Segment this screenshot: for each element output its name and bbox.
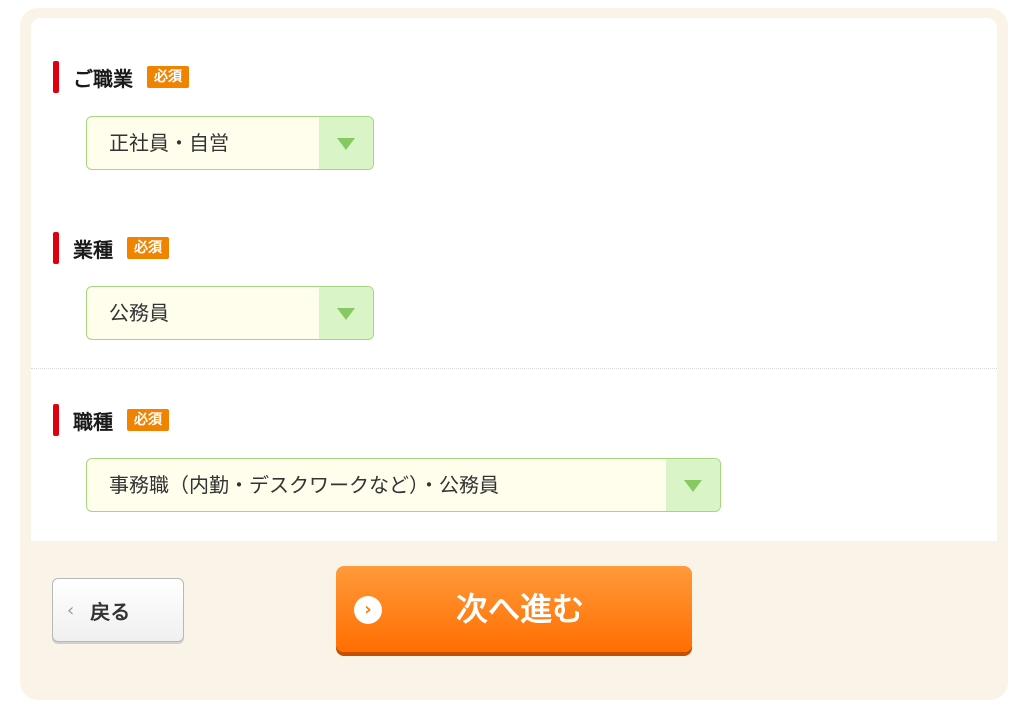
back-button-label: 戻る — [90, 599, 131, 624]
job-type-select-value: 事務職（内勤・デスクワークなど）・公務員 — [109, 473, 499, 497]
next-button-label: 次へ進む — [456, 590, 585, 628]
industry-select-value: 公務員 — [109, 301, 169, 325]
job-type-select[interactable]: 事務職（内勤・デスクワークなど）・公務員 — [86, 458, 721, 512]
chevron-left-icon: ‹ — [67, 599, 75, 621]
industry-select[interactable]: 公務員 — [86, 286, 374, 340]
form-inner: ご職業 必須 正社員・自営 業種 必須 公務員 職種 必須 事務職（内勤・デスク… — [31, 18, 997, 541]
required-badge: 必須 — [127, 409, 169, 431]
required-badge: 必須 — [127, 237, 169, 259]
industry-label: 業種 — [73, 237, 113, 262]
job-type-label-row: 職種 必須 — [53, 404, 169, 436]
chevron-right-circle-icon: › — [354, 596, 382, 624]
required-badge: 必須 — [147, 66, 189, 88]
chevron-down-icon — [337, 308, 355, 320]
job-type-select-toggle[interactable] — [666, 459, 720, 511]
form-panel: ご職業 必須 正社員・自営 業種 必須 公務員 職種 必須 事務職（内勤・デスク… — [20, 8, 1008, 700]
section-divider — [31, 368, 997, 369]
occupation-select-toggle[interactable] — [319, 117, 373, 169]
occupation-label: ご職業 — [73, 66, 133, 91]
industry-select-toggle[interactable] — [319, 287, 373, 339]
occupation-select-value: 正社員・自営 — [109, 131, 229, 155]
label-marker — [53, 232, 59, 264]
label-marker — [53, 61, 59, 93]
occupation-label-row: ご職業 必須 — [53, 61, 189, 93]
next-button[interactable]: › 次へ進む — [336, 566, 692, 652]
chevron-down-icon — [337, 138, 355, 150]
occupation-select[interactable]: 正社員・自営 — [86, 116, 374, 170]
back-button[interactable]: ‹ 戻る — [52, 578, 184, 642]
industry-label-row: 業種 必須 — [53, 232, 169, 264]
job-type-label: 職種 — [73, 409, 113, 434]
label-marker — [53, 404, 59, 436]
chevron-down-icon — [684, 480, 702, 492]
